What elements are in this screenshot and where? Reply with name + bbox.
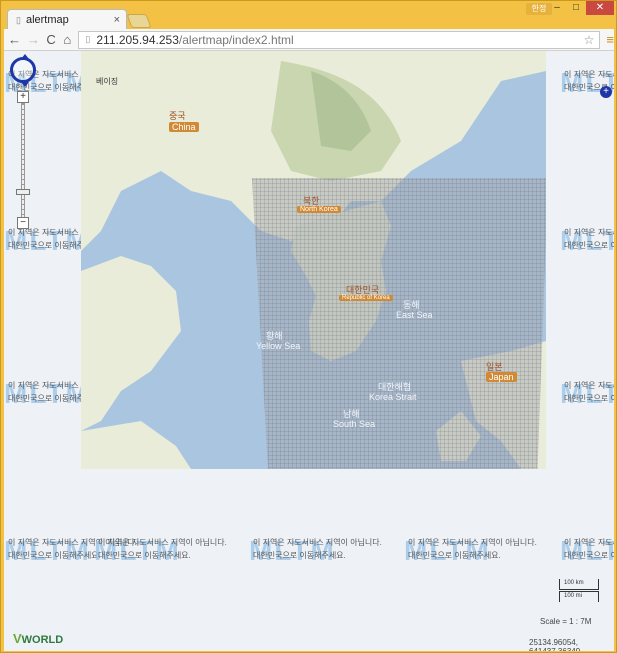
watermark: MLTM 이 지역은 지도서비스 지역이 아닙니다. 대한민국으로 이동해주세요… xyxy=(94,535,227,566)
page-icon: ▯ xyxy=(85,34,91,44)
zoom-in-button[interactable]: + xyxy=(17,91,29,103)
url-host: 211.205.94.253 xyxy=(96,32,179,47)
layer-switcher-plus-icon[interactable]: + xyxy=(600,86,612,98)
page-viewport[interactable]: MLTM 이 지역은 지도서비스 지역이 아닙니다. 대한민국으로 이동해주세요… xyxy=(4,51,614,651)
window-controls: – □ ✕ xyxy=(548,1,614,15)
pan-control-icon[interactable] xyxy=(10,54,36,87)
zoom-control: + − xyxy=(10,54,40,229)
map-label-beijing: 베이징 xyxy=(96,77,119,86)
scale-mi: 100 mi xyxy=(559,591,599,602)
map-tag-china: China xyxy=(169,122,199,132)
browser-tab[interactable]: ▯ alertmap × xyxy=(7,9,127,30)
menu-icon[interactable]: ≡ xyxy=(606,32,614,47)
close-button[interactable]: ✕ xyxy=(586,1,614,15)
map-label-korea-strait-en: Korea Strait xyxy=(369,392,417,402)
watermark: MLTM 이 지역은 지도서비스 지역이 아닙니다. 대한민국으로 이동해주세요… xyxy=(560,535,614,566)
watermark: MLTM 이 지역은 지도서비스 지역이 아닙니다. 대한민국으로 이동해주세요… xyxy=(4,225,137,256)
zoom-slider-track[interactable] xyxy=(21,103,25,221)
scale-km: 100 km xyxy=(559,579,599,590)
watermark: MLTM 이 지역은 지도서비스 지역이 아닙니다. 대한민국으로 이동해주세요… xyxy=(249,535,382,566)
titlebar: ▯ alertmap × 한정 – □ ✕ xyxy=(1,1,617,30)
map-canvas[interactable]: 베이징 중국 China 북한 North Korea 대한민국 Republi… xyxy=(81,51,546,469)
map-tag-japan: Japan xyxy=(486,372,517,382)
watermark: MLTM 이 지역은 지도서비스 지역이 아닙니다. 대한민국으로 이동해주세요… xyxy=(404,535,537,566)
tab-close-icon[interactable]: × xyxy=(114,14,120,26)
map-tag-bukhan: North Korea xyxy=(297,206,341,213)
url-path: /alertmap/index2.html xyxy=(178,32,294,47)
map-label-east-sea-en: East Sea xyxy=(396,310,433,320)
watermark: MLTM 이 지역은 지도서비스 지역이 아닙니다. 대한민국으로 이동해주세요… xyxy=(560,67,614,98)
minimize-button[interactable]: – xyxy=(548,1,566,15)
page-icon: ▯ xyxy=(16,14,21,25)
mouse-coordinates: 25134.96054, 641437.36349 xyxy=(529,638,580,651)
home-icon[interactable]: ⌂ xyxy=(62,32,72,47)
map-label-china: 중국 xyxy=(169,111,186,121)
vworld-logo: VWORLD xyxy=(13,631,64,646)
watermark: MLTM 이 지역은 지도서비스 지역이 아닙니다. 대한민국으로 이동해주세요… xyxy=(560,378,614,409)
restore-button[interactable]: □ xyxy=(567,1,585,15)
zoom-slider-thumb[interactable] xyxy=(16,189,30,195)
watermark-row: MLTM 이 지역은 지도서비스 지역이 아닙니다. 대한민국으로 이동해주세요… xyxy=(4,533,614,573)
forward-icon[interactable]: → xyxy=(27,32,40,47)
watermark: MLTM 이 지역은 지도서비스 지역이 아닙니다. 대한민국으로 이동해주세요… xyxy=(4,378,137,409)
map-label-south-sea-en: South Sea xyxy=(333,419,376,429)
watermark: MLTM 이 지역은 지도서비스 지역이 아닙니다. 대한민국으로 이동해주세요… xyxy=(4,535,137,566)
bookmark-star-icon[interactable]: ☆ xyxy=(584,33,595,47)
new-tab-button[interactable] xyxy=(126,14,152,28)
scale-bar: 100 km 100 mi xyxy=(559,579,603,603)
map-tag-korea: Republic of Korea xyxy=(339,295,393,301)
alert-grid-overlay xyxy=(252,178,546,469)
watermark: MLTM 이 지역은 지도서비스 지역이 아닙니다. 대한민국으로 이동해주세요… xyxy=(560,225,614,256)
map-label-yellow-sea-en: Yellow Sea xyxy=(256,341,301,351)
back-icon[interactable]: ← xyxy=(8,32,21,47)
browser-window: ▯ alertmap × 한정 – □ ✕ ← → C ⌂ ▯ 211.205.… xyxy=(0,0,617,653)
reload-icon[interactable]: C xyxy=(46,32,56,47)
address-bar[interactable]: ▯ 211.205.94.253/alertmap/index2.html ☆ xyxy=(78,30,601,49)
zoom-out-button[interactable]: − xyxy=(17,217,29,229)
browser-toolbar: ← → C ⌂ ▯ 211.205.94.253/alertmap/index2… xyxy=(4,29,614,51)
tab-title: alertmap xyxy=(25,14,69,26)
scale-text: Scale = 1 : 7M xyxy=(540,617,592,626)
